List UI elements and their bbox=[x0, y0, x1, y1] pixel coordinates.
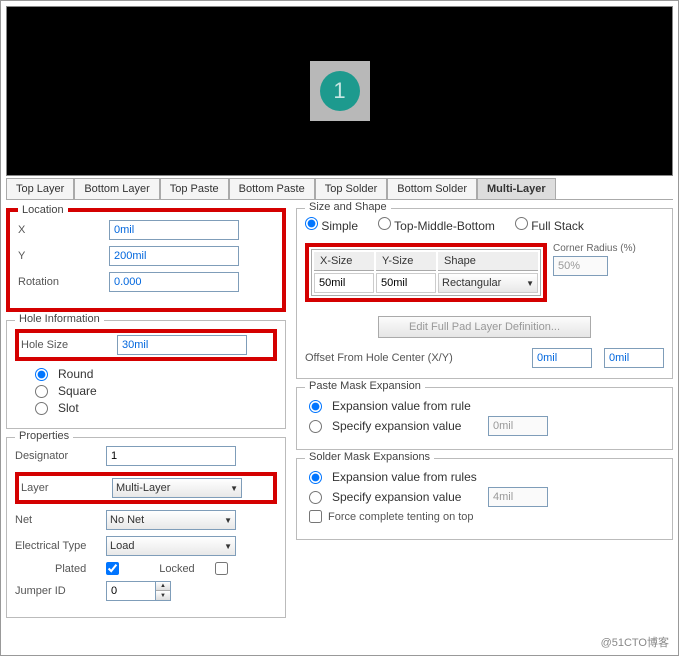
properties-legend: Properties bbox=[15, 430, 73, 442]
hole-slot-label: Slot bbox=[58, 401, 79, 415]
corner-input bbox=[553, 256, 608, 276]
net-dropdown[interactable]: No Net ▼ bbox=[106, 510, 236, 530]
rotation-label: Rotation bbox=[18, 276, 103, 288]
corner-label: Corner Radius (%) bbox=[553, 243, 636, 254]
spin-down-icon[interactable]: ▼ bbox=[156, 591, 170, 600]
location-group: Location X Y Rotation bbox=[6, 208, 286, 312]
net-value: No Net bbox=[110, 514, 144, 526]
solder-specify-label: Specify expansion value bbox=[332, 490, 482, 504]
paste-value-input bbox=[488, 416, 548, 436]
hole-size-label: Hole Size bbox=[21, 339, 111, 351]
hole-slot-radio[interactable] bbox=[35, 402, 48, 415]
offset-y-input[interactable] bbox=[604, 348, 664, 368]
solder-value-input bbox=[488, 487, 548, 507]
watermark: @51CTO博客 bbox=[601, 634, 669, 650]
designator-label: Designator bbox=[15, 450, 100, 462]
layer-label: Layer bbox=[21, 482, 106, 494]
tab-bottom-solder[interactable]: Bottom Solder bbox=[387, 178, 477, 199]
paste-specify-radio[interactable] bbox=[309, 420, 322, 433]
chevron-down-icon: ▼ bbox=[224, 516, 232, 525]
paste-from-rule-radio[interactable] bbox=[309, 400, 322, 413]
hole-round-radio[interactable] bbox=[35, 368, 48, 381]
simple-label: Simple bbox=[321, 219, 358, 233]
tab-bottom-paste[interactable]: Bottom Paste bbox=[229, 178, 315, 199]
xsize-input[interactable] bbox=[314, 273, 374, 293]
tab-multi-layer[interactable]: Multi-Layer bbox=[477, 178, 556, 199]
shape-table: X-Size Y-Size Shape Rectangular ▼ bbox=[311, 249, 541, 296]
hole-square-radio[interactable] bbox=[35, 385, 48, 398]
tmb-label: Top-Middle-Bottom bbox=[394, 219, 495, 233]
locked-checkbox[interactable] bbox=[215, 562, 228, 575]
paste-from-rule-label: Expansion value from rule bbox=[332, 399, 471, 413]
layer-dropdown[interactable]: Multi-Layer ▼ bbox=[112, 478, 242, 498]
y-input[interactable] bbox=[109, 246, 239, 266]
electrical-dropdown[interactable]: Load ▼ bbox=[106, 536, 236, 556]
designator-input[interactable] bbox=[106, 446, 236, 466]
offset-x-input[interactable] bbox=[532, 348, 592, 368]
simple-radio[interactable] bbox=[305, 217, 318, 230]
y-label: Y bbox=[18, 250, 103, 262]
spin-up-icon[interactable]: ▲ bbox=[156, 582, 170, 591]
tenting-top-checkbox[interactable] bbox=[309, 510, 322, 523]
ysize-header: Y-Size bbox=[376, 252, 436, 271]
solder-legend: Solder Mask Expansions bbox=[305, 451, 434, 463]
properties-group: Properties Designator Layer Multi-Layer▼… bbox=[6, 437, 286, 618]
x-input[interactable] bbox=[109, 220, 239, 240]
ysize-input[interactable] bbox=[376, 273, 436, 293]
net-label: Net bbox=[15, 514, 100, 526]
size-shape-legend: Size and Shape bbox=[305, 201, 391, 213]
shape-dropdown[interactable]: Rectangular ▼ bbox=[438, 273, 538, 293]
pad-circle: 1 bbox=[320, 71, 360, 111]
x-label: X bbox=[18, 224, 103, 236]
locked-label: Locked bbox=[159, 563, 194, 575]
paste-specify-label: Specify expansion value bbox=[332, 419, 482, 433]
size-shape-group: Size and Shape Simple Top-Middle-Bottom … bbox=[296, 208, 673, 379]
paste-legend: Paste Mask Expansion bbox=[305, 380, 425, 392]
shape-header: Shape bbox=[438, 252, 538, 271]
solder-from-rule-radio[interactable] bbox=[309, 471, 322, 484]
tenting-top-label: Force complete tenting on top bbox=[328, 511, 474, 523]
hole-info-group: Hole Information Hole Size Round Square … bbox=[6, 320, 286, 429]
pad-preview-area: 1 bbox=[6, 6, 673, 176]
offset-label: Offset From Hole Center (X/Y) bbox=[305, 352, 520, 364]
layer-value: Multi-Layer bbox=[116, 482, 170, 494]
electrical-value: Load bbox=[110, 540, 134, 552]
fullstack-radio[interactable] bbox=[515, 217, 528, 230]
plated-label: Plated bbox=[55, 563, 86, 575]
jumper-label: Jumper ID bbox=[15, 585, 100, 597]
rotation-input[interactable] bbox=[109, 272, 239, 292]
pad-preview: 1 bbox=[310, 61, 370, 121]
tab-top-layer[interactable]: Top Layer bbox=[6, 178, 74, 199]
shape-value: Rectangular bbox=[442, 277, 501, 289]
pad-number: 1 bbox=[333, 78, 345, 104]
paste-mask-group: Paste Mask Expansion Expansion value fro… bbox=[296, 387, 673, 450]
xsize-header: X-Size bbox=[314, 252, 374, 271]
hole-square-label: Square bbox=[58, 384, 97, 398]
hole-round-label: Round bbox=[58, 367, 93, 381]
edit-full-pad-button: Edit Full Pad Layer Definition... bbox=[378, 316, 591, 338]
tab-bottom-layer[interactable]: Bottom Layer bbox=[74, 178, 159, 199]
fullstack-label: Full Stack bbox=[531, 219, 584, 233]
tab-top-paste[interactable]: Top Paste bbox=[160, 178, 229, 199]
location-legend: Location bbox=[18, 204, 68, 216]
layer-tabs: Top Layer Bottom Layer Top Paste Bottom … bbox=[6, 178, 673, 200]
hole-legend: Hole Information bbox=[15, 313, 104, 325]
solder-specify-radio[interactable] bbox=[309, 491, 322, 504]
chevron-down-icon: ▼ bbox=[224, 542, 232, 551]
jumper-input[interactable] bbox=[106, 581, 156, 601]
electrical-label: Electrical Type bbox=[15, 540, 100, 552]
solder-from-rule-label: Expansion value from rules bbox=[332, 470, 477, 484]
chevron-down-icon: ▼ bbox=[526, 279, 534, 288]
jumper-stepper[interactable]: ▲▼ bbox=[106, 581, 171, 601]
tab-top-solder[interactable]: Top Solder bbox=[315, 178, 388, 199]
chevron-down-icon: ▼ bbox=[230, 484, 238, 493]
plated-checkbox[interactable] bbox=[106, 562, 119, 575]
tmb-radio[interactable] bbox=[378, 217, 391, 230]
hole-size-input[interactable] bbox=[117, 335, 247, 355]
solder-mask-group: Solder Mask Expansions Expansion value f… bbox=[296, 458, 673, 540]
